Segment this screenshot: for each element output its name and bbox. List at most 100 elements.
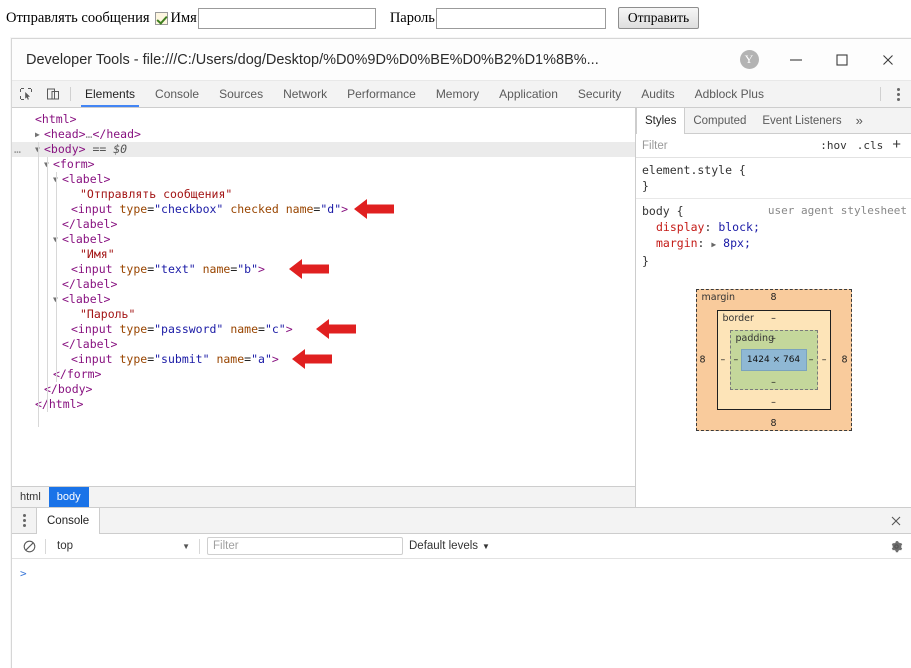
tab-memory[interactable]: Memory — [426, 81, 489, 107]
tab-audits[interactable]: Audits — [631, 81, 684, 107]
border-top-value[interactable]: – — [718, 313, 830, 324]
dom-node[interactable]: ▶<html> — [12, 112, 635, 127]
annotation-arrow — [290, 346, 334, 372]
annotation-arrow — [352, 196, 396, 222]
name-input[interactable] — [197, 7, 376, 29]
tab-sources[interactable]: Sources — [209, 81, 273, 107]
devtools-window: Developer Tools - file:///C:/Users/dog/D… — [11, 38, 911, 668]
css-property[interactable]: display — [642, 220, 704, 234]
styles-pane: Styles Computed Event Listeners » Filter :… — [636, 108, 911, 507]
console-output[interactable]: > — [12, 559, 911, 668]
drawer-tab-bar: Console — [12, 508, 911, 534]
dom-tree[interactable]: ▶<html>▶<head>…</head>…▼<body> == $0▼<fo… — [12, 108, 635, 486]
clear-console-icon[interactable] — [18, 540, 40, 553]
annotation-arrow — [287, 256, 331, 282]
css-rule[interactable]: element.style {} — [636, 158, 911, 198]
styles-filter-input[interactable]: Filter — [642, 140, 815, 152]
box-model-border[interactable]: border – – – – padding – – – – 1424 × 76… — [716, 310, 831, 410]
tab-security[interactable]: Security — [568, 81, 631, 107]
border-left-value[interactable]: – — [721, 355, 726, 366]
toolbar-divider — [70, 87, 71, 101]
gear-icon[interactable] — [881, 540, 911, 553]
chevron-down-icon: ▼ — [182, 541, 190, 551]
tab-console[interactable]: Console — [145, 81, 209, 107]
breadcrumb-item-body[interactable]: body — [48, 487, 89, 507]
padding-right-value[interactable]: – — [809, 355, 814, 366]
drawer-spacer — [100, 508, 881, 533]
tree-guide-line — [38, 142, 39, 427]
tab-application[interactable]: Application — [489, 81, 568, 107]
css-selector[interactable]: element.style { — [642, 163, 746, 177]
drawer-close-icon[interactable] — [881, 508, 911, 533]
name-label: Имя — [170, 9, 197, 26]
margin-left-value[interactable]: 8 — [700, 355, 706, 366]
log-levels-select[interactable]: Default levels ▼ — [403, 540, 496, 552]
border-bottom-value[interactable]: – — [718, 397, 830, 408]
border-right-value[interactable]: – — [822, 355, 827, 366]
dom-node[interactable]: ▶"Отправлять сообщения" — [12, 187, 635, 202]
console-filter-input[interactable]: Filter — [207, 537, 403, 555]
main-split: ▶<html>▶<head>…</head>…▼<body> == $0▼<fo… — [12, 108, 911, 508]
kebab-menu-icon[interactable] — [885, 81, 911, 107]
tab-console[interactable]: Console — [36, 508, 101, 534]
tab-performance[interactable]: Performance — [337, 81, 426, 107]
styles-tab-computed[interactable]: Computed — [685, 108, 754, 133]
dom-tree-pane: ▶<html>▶<head>…</head>…▼<body> == $0▼<fo… — [12, 108, 636, 507]
more-tabs-icon[interactable]: » — [850, 108, 869, 133]
padding-left-value[interactable]: – — [734, 355, 739, 366]
log-levels-value: Default levels — [409, 540, 479, 552]
new-style-rule-button[interactable]: + — [888, 137, 905, 152]
execution-context-value: top — [57, 540, 73, 552]
password-input[interactable] — [435, 7, 606, 29]
css-value[interactable]: 8px; — [723, 236, 751, 250]
margin-top-value[interactable]: 8 — [697, 292, 851, 303]
dom-node[interactable]: ▶ <head>…</head> — [12, 127, 635, 142]
styles-tab-event-listeners[interactable]: Event Listeners — [754, 108, 849, 133]
toolbar-divider-right — [880, 87, 881, 101]
maximize-button[interactable] — [819, 39, 865, 81]
send-messages-checkbox[interactable] — [154, 11, 168, 25]
hov-toggle[interactable]: :hov — [815, 139, 852, 152]
margin-bottom-value[interactable]: 8 — [697, 418, 851, 429]
css-property[interactable]: margin — [642, 236, 698, 250]
padding-bottom-value[interactable]: – — [731, 377, 817, 388]
execution-context-select[interactable]: top ▼ — [51, 538, 194, 555]
dom-node[interactable]: ▼<label> — [12, 292, 635, 307]
css-value[interactable]: block; — [718, 220, 760, 234]
css-declaration[interactable]: display: block; — [642, 219, 911, 235]
drawer-kebab-menu-icon[interactable] — [12, 508, 36, 533]
tab-adblock-plus[interactable]: Adblock Plus — [685, 81, 774, 107]
box-model-content-size[interactable]: 1424 × 764 — [740, 349, 807, 371]
console-divider-2 — [199, 538, 200, 554]
dom-node[interactable]: ▶</html> — [12, 397, 635, 412]
close-button[interactable] — [865, 39, 911, 81]
padding-top-value[interactable]: – — [731, 333, 817, 344]
box-model-margin[interactable]: margin 8 8 8 8 border – – – – padding – — [695, 289, 852, 431]
cls-toggle[interactable]: .cls — [852, 139, 889, 152]
tab-network[interactable]: Network — [273, 81, 337, 107]
dom-node[interactable]: ▶</body> — [12, 382, 635, 397]
breadcrumb-item-html[interactable]: html — [12, 487, 49, 507]
dom-node[interactable]: ▶<input type="checkbox" checked name="d"… — [12, 202, 635, 217]
dom-node[interactable]: ▼<form> — [12, 157, 635, 172]
dom-node-selected[interactable]: …▼<body> == $0 — [12, 142, 635, 157]
device-toolbar-icon[interactable] — [39, 81, 66, 107]
console-drawer: Console top ▼ Filter Default levels ▼ > — [12, 508, 911, 668]
minimize-button[interactable] — [773, 39, 819, 81]
margin-right-value[interactable]: 8 — [841, 355, 847, 366]
expand-shorthand-icon[interactable]: ▶ — [711, 240, 716, 249]
submit-button[interactable]: Отправить — [617, 7, 700, 29]
inspect-cursor-icon[interactable] — [12, 81, 39, 107]
tree-guide-line — [56, 172, 57, 382]
css-rule[interactable]: body {user agent stylesheet display: bloc… — [636, 198, 911, 273]
css-selector[interactable]: body { — [642, 204, 684, 218]
box-model-padding[interactable]: padding – – – – 1424 × 764 — [729, 330, 818, 390]
dom-node[interactable]: ▼<label> — [12, 172, 635, 187]
tree-guide-line — [47, 157, 48, 412]
css-declaration[interactable]: margin: ▶ 8px; — [642, 235, 911, 253]
dom-node[interactable]: ▼<label> — [12, 232, 635, 247]
tab-elements[interactable]: Elements — [75, 81, 145, 107]
password-label: Пароль — [389, 9, 435, 26]
dom-node[interactable]: ▶</label> — [12, 217, 635, 232]
styles-tab-styles[interactable]: Styles — [636, 108, 686, 134]
